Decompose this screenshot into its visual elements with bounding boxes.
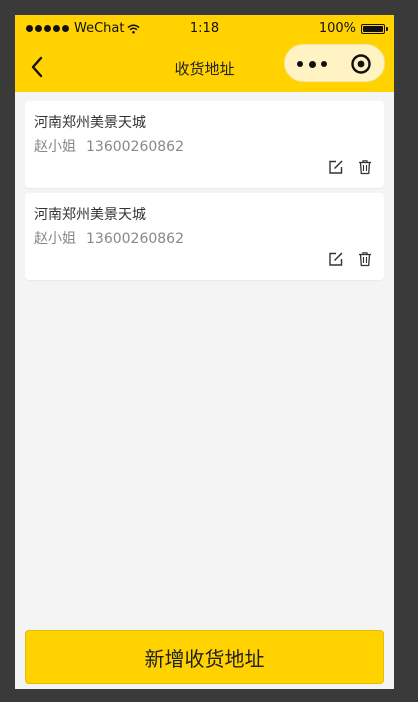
address-list: 河南郑州美景天城 赵小姐 13600260862 河南郑州美景天城 赵小姐 1360…: [25, 101, 384, 285]
capsule-menu: [284, 44, 385, 82]
edit-icon[interactable]: [328, 251, 344, 267]
status-right: 100%: [318, 21, 388, 36]
target-close-icon[interactable]: [350, 53, 372, 75]
trash-icon[interactable]: [357, 251, 373, 267]
nav-bar: 收货地址: [15, 44, 394, 87]
more-dots-icon[interactable]: [297, 57, 327, 71]
contact-phone: 13600260862: [86, 231, 184, 247]
edit-icon[interactable]: [328, 159, 344, 175]
contact-name: 赵小姐: [34, 139, 76, 155]
trash-icon[interactable]: [357, 159, 373, 175]
address-text: 河南郑州美景天城: [34, 207, 146, 223]
address-card[interactable]: 河南郑州美景天城 赵小姐 13600260862: [25, 193, 384, 280]
contact-name: 赵小姐: [34, 231, 76, 247]
status-bar: WeChat 1:18 100%: [15, 15, 394, 45]
contact-line: 赵小姐 13600260862: [34, 228, 184, 248]
phone-screen: WeChat 1:18 100% 收货地址 河南郑州美景天城 赵小姐 13600…: [15, 15, 394, 689]
header: WeChat 1:18 100% 收货地址: [15, 15, 394, 92]
battery-icon: [361, 23, 388, 34]
contact-phone: 13600260862: [86, 139, 184, 155]
add-address-button[interactable]: 新增收货地址: [25, 630, 384, 684]
address-text: 河南郑州美景天城: [34, 115, 146, 131]
battery-percent: 100%: [318, 21, 356, 36]
contact-line: 赵小姐 13600260862: [34, 136, 184, 156]
address-card[interactable]: 河南郑州美景天城 赵小姐 13600260862: [25, 101, 384, 188]
